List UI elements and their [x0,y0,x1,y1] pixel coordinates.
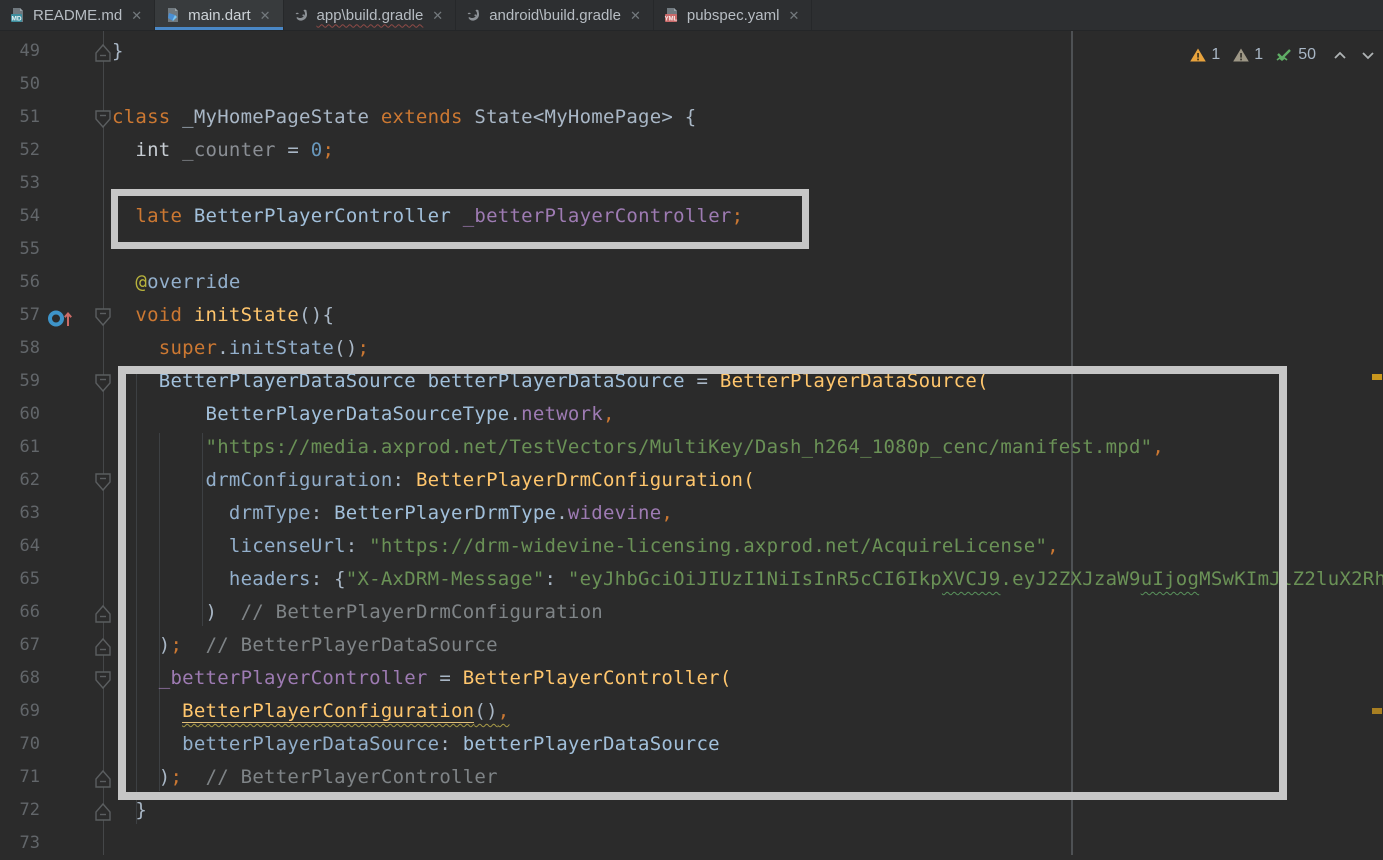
warning-icon [1189,47,1207,63]
highlight-box-datasource-block [118,366,1287,800]
svg-text:MD: MD [11,15,21,22]
close-icon[interactable]: ✕ [786,9,799,22]
close-icon[interactable]: ✕ [129,9,142,22]
highlight-box-late-controller [111,189,809,249]
editor-tab-bar: MD README.md ✕ main.dart ✕ app\build.gra… [0,0,1383,31]
code-line: 58 super.initState(); [0,332,1383,365]
line-number: 72 [0,794,40,827]
close-icon[interactable]: ✕ [628,9,641,22]
line-number: 54 [0,200,40,233]
inspections-widget: 1 1 50 [1186,42,1375,68]
code-line: 57 void initState(){ [0,299,1383,332]
line-number: 61 [0,431,40,464]
fold-end-marker[interactable] [94,635,112,655]
weak-warnings-indicator[interactable]: 1 [1229,46,1266,64]
line-number: 53 [0,167,40,200]
code-text: super.initState(); [112,332,369,365]
markdown-file-icon: MD [10,7,26,23]
fold-end-marker[interactable] [94,602,112,622]
tab-app-build-gradle[interactable]: app\build.gradle ✕ [284,0,457,30]
gradle-file-icon [294,7,310,23]
ide-window: { "tabs": [ {"label": "README.md", "icon… [0,0,1383,855]
code-line: 50 [0,68,1383,101]
fold-end-marker[interactable] [94,41,112,61]
line-number: 71 [0,761,40,794]
line-number: 55 [0,233,40,266]
warning-count: 1 [1211,46,1220,64]
warnings-indicator[interactable]: 1 [1186,46,1223,64]
line-number: 59 [0,365,40,398]
typo-count: 50 [1298,46,1316,64]
line-number: 70 [0,728,40,761]
fold-start-marker[interactable] [94,107,112,127]
svg-text:YML: YML [665,16,678,22]
code-text: void initState(){ [112,299,334,332]
code-line: 49} [0,35,1383,68]
code-text: int _counter = 0; [112,134,334,167]
line-number: 67 [0,629,40,662]
tab-label: app\build.gradle [317,7,424,24]
scrollbar-warning-stripe[interactable] [1372,708,1382,714]
code-editor[interactable]: 49}5051class _MyHomePageState extends St… [0,30,1383,855]
tab-main-dart[interactable]: main.dart ✕ [155,0,283,30]
line-number: 50 [0,68,40,101]
tab-label: pubspec.yaml [687,7,780,24]
fold-end-marker[interactable] [94,767,112,787]
line-number: 56 [0,266,40,299]
line-number: 73 [0,827,40,860]
line-number: 64 [0,530,40,563]
line-number: 68 [0,662,40,695]
close-icon[interactable]: ✕ [258,9,271,22]
code-text: } [112,35,124,68]
line-number: 69 [0,695,40,728]
line-number: 60 [0,398,40,431]
yaml-file-icon: YML [664,7,680,23]
prev-problem-chevron-up-icon[interactable] [1333,51,1347,60]
code-text: @override [112,266,241,299]
line-number: 58 [0,332,40,365]
line-number: 52 [0,134,40,167]
next-problem-chevron-down-icon[interactable] [1361,51,1375,60]
typos-indicator[interactable]: 50 [1272,46,1319,64]
tab-readme-md[interactable]: MD README.md ✕ [0,0,155,30]
code-line: 51 class _MyHomePageState extends State<M… [0,101,1383,134]
tab-label: main.dart [188,7,251,24]
line-number: 51 [0,101,40,134]
fold-end-marker[interactable] [94,800,112,820]
line-number: 63 [0,497,40,530]
weak-warning-count: 1 [1254,46,1263,64]
gradle-file-icon [466,7,482,23]
tab-label: README.md [33,7,122,24]
line-number: 62 [0,464,40,497]
overrides-method-icon[interactable] [48,306,76,325]
code-line: 52 int _counter = 0; [0,134,1383,167]
line-number: 49 [0,35,40,68]
code-line: 73 [0,827,1383,860]
line-number: 65 [0,563,40,596]
tab-pubspec-yaml[interactable]: YML pubspec.yaml ✕ [654,0,812,30]
weak-warning-icon [1232,47,1250,63]
typo-check-icon [1275,47,1294,63]
dart-file-icon [165,7,181,23]
line-number: 57 [0,299,40,332]
code-text: class _MyHomePageState extends State<MyH… [112,101,696,134]
scrollbar-warning-stripe[interactable] [1372,374,1382,380]
fold-start-marker[interactable] [94,470,112,490]
tab-label: android\build.gradle [489,7,621,24]
fold-start-marker[interactable] [94,305,112,325]
fold-start-marker[interactable] [94,668,112,688]
code-line: 56 @override [0,266,1383,299]
fold-start-marker[interactable] [94,371,112,391]
tab-android-build-gradle[interactable]: android\build.gradle ✕ [456,0,654,30]
close-icon[interactable]: ✕ [430,9,443,22]
line-number: 66 [0,596,40,629]
